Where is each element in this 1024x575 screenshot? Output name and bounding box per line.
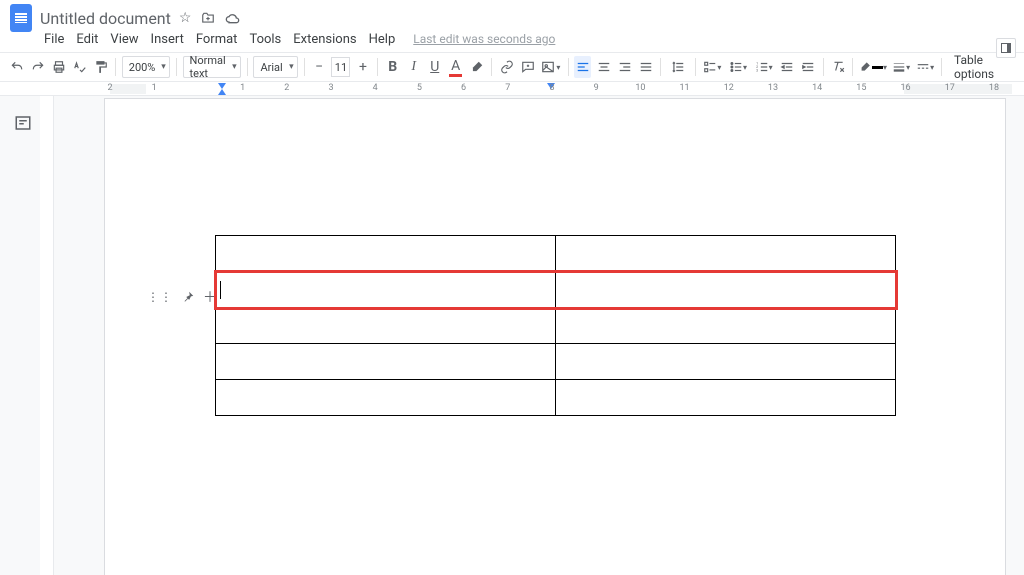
bold-button[interactable]: B [384,56,401,78]
last-edit-link[interactable]: Last edit was seconds ago [413,32,555,46]
document-outline-button[interactable] [14,114,32,132]
menu-bar: File Edit View Insert Format Tools Exten… [0,30,1024,52]
ruler-tick: 8 [549,83,554,93]
menu-tools[interactable]: Tools [249,32,281,47]
underline-button[interactable]: U [426,56,443,78]
zoom-select[interactable]: 200% [122,56,170,78]
document-canvas[interactable]: ⋮⋮ ＋ [54,96,1024,575]
ruler-tick: 18 [989,83,999,93]
paint-format-button[interactable] [92,56,109,78]
table-cell[interactable] [216,236,556,272]
ruler-tick: 6 [461,83,466,93]
spellcheck-button[interactable] [71,56,88,78]
ruler-tick: 2 [284,83,289,93]
checklist-button[interactable]: ▾ [702,56,724,78]
docs-logo[interactable] [10,4,32,32]
row-controls: ⋮⋮ ＋ [147,287,217,307]
drag-row-icon[interactable]: ⋮⋮ [147,290,173,304]
align-center-button[interactable] [595,56,612,78]
star-icon[interactable]: ☆ [179,10,192,26]
print-button[interactable] [50,56,67,78]
ruler-tick: 5 [417,83,422,93]
clear-formatting-button[interactable] [829,56,846,78]
ruler-tick: 17 [945,83,955,93]
ruler-tick: 1 [240,83,245,93]
toolbar: 200% Normal text Arial − 11 + B I U A ▾ … [0,52,1024,82]
numbered-list-button[interactable]: 123▾ [753,56,775,78]
insert-comment-button[interactable] [519,56,536,78]
align-justify-button[interactable] [637,56,654,78]
border-dash-button[interactable]: ▾ [915,56,935,78]
increase-indent-button[interactable] [800,56,817,78]
table-cell[interactable] [556,308,896,344]
table-cell[interactable] [556,380,896,416]
ruler-tick: 4 [373,83,378,93]
italic-button[interactable]: I [405,56,422,78]
bulleted-list-button[interactable]: ▾ [727,56,749,78]
table-cell[interactable] [556,344,896,380]
highlight-button[interactable] [468,56,485,78]
align-left-button[interactable] [574,56,591,78]
ruler-tick: 3 [328,83,333,93]
table-row[interactable] [216,272,896,308]
table-cell[interactable] [216,380,556,416]
ruler-tick: 1 [152,83,157,93]
ruler-tick: 11 [680,83,690,93]
table-row[interactable] [216,236,896,272]
ruler-tick: 15 [856,83,866,93]
table-cell[interactable] [216,272,556,308]
font-select[interactable]: Arial [253,56,297,78]
ruler-tick: 7 [505,83,510,93]
table-cell[interactable] [556,236,896,272]
cloud-status-icon[interactable] [225,11,241,25]
table-row[interactable] [216,344,896,380]
table-cell[interactable] [556,272,896,308]
undo-button[interactable] [8,56,25,78]
table-cell[interactable] [216,344,556,380]
table-cell[interactable] [216,308,556,344]
text-color-button[interactable]: A [447,56,464,78]
page[interactable]: ⋮⋮ ＋ [104,98,1006,575]
menu-format[interactable]: Format [196,32,238,47]
document-title[interactable]: Untitled document [40,9,171,28]
ruler-tick: 16 [901,83,911,93]
table-row[interactable] [216,380,896,416]
ruler-tick: 9 [594,83,599,93]
paragraph-style-select[interactable]: Normal text [183,56,241,78]
menu-extensions[interactable]: Extensions [293,32,356,47]
text-cursor [220,281,221,299]
workspace: ⋮⋮ ＋ [0,96,1024,575]
border-color-button[interactable]: ▾ [859,56,887,78]
horizontal-ruler[interactable]: 21123456789101112131415161718 [0,82,1024,96]
ruler-tick: 12 [724,83,734,93]
insert-link-button[interactable] [498,56,515,78]
menu-view[interactable]: View [110,32,138,47]
ruler-tick: 2 [107,83,112,93]
menu-file[interactable]: File [44,32,64,47]
insert-image-button[interactable]: ▾ [540,56,562,78]
increase-font-button[interactable]: + [354,56,371,78]
svg-text:3: 3 [756,69,758,73]
ruler-tick: 14 [812,83,822,93]
line-spacing-button[interactable] [667,56,689,78]
menu-help[interactable]: Help [369,32,396,47]
side-panel-toggle[interactable] [996,38,1016,58]
vertical-ruler[interactable] [40,96,54,575]
ruler-tick: 13 [768,83,778,93]
pin-row-icon[interactable] [181,290,195,304]
menu-insert[interactable]: Insert [151,32,184,47]
title-bar: Untitled document ☆ [0,0,1024,30]
border-width-button[interactable]: ▾ [891,56,911,78]
decrease-font-button[interactable]: − [310,56,327,78]
decrease-indent-button[interactable] [779,56,796,78]
redo-button[interactable] [29,56,46,78]
menu-edit[interactable]: Edit [76,32,98,47]
ruler-tick: 10 [635,83,645,93]
align-right-button[interactable] [616,56,633,78]
font-size-input[interactable]: 11 [331,57,350,77]
table-row[interactable] [216,308,896,344]
document-table[interactable] [215,235,896,416]
move-icon[interactable] [201,11,215,25]
